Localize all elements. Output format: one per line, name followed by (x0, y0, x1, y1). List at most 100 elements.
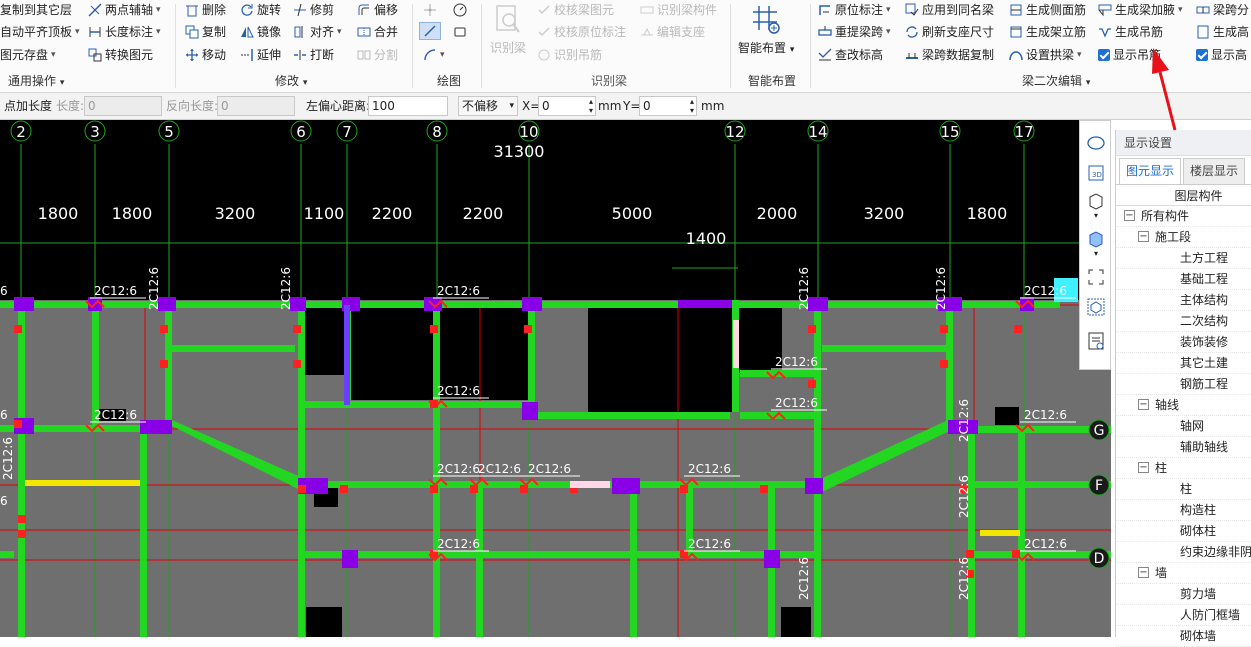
line-tool-button[interactable] (419, 22, 441, 40)
tree-item[interactable]: 辅助轴线 (1116, 437, 1251, 458)
rotate-button[interactable]: 旋转 (240, 1, 281, 19)
edit-support-button[interactable]: 编辑支座 (640, 23, 705, 41)
gen-haunch-button[interactable]: 生成梁加腋 ▾ (1098, 1, 1183, 19)
tab-floor-display[interactable]: 楼层显示 (1183, 158, 1246, 184)
check-original-marks-button[interactable]: 校核原位标注 (537, 23, 626, 41)
mirror-button[interactable]: 镜像 (240, 23, 281, 41)
chevron-down-icon[interactable]: ▾ (1086, 249, 1106, 259)
apply-same-name-button[interactable]: 应用到同名梁 (905, 1, 994, 19)
copy-span-data-button[interactable]: 梁跨数据复制 (905, 46, 994, 64)
tree-item[interactable]: 剪力墙 (1116, 584, 1251, 605)
convert-element-button[interactable]: 转换图元 (88, 46, 153, 64)
label: 分割 (374, 48, 399, 62)
tree-item[interactable]: − 所有构件 (1116, 206, 1251, 227)
tab-element-display[interactable]: 图元显示 (1119, 158, 1182, 184)
span-split-button[interactable]: 梁跨分 (1196, 1, 1249, 19)
length-input[interactable]: 0 (84, 96, 162, 116)
check-elevation-button[interactable]: 查改标高 (818, 46, 883, 64)
tree-item[interactable]: 砌体柱 (1116, 521, 1251, 542)
view-ellipse-icon[interactable] (1086, 133, 1106, 153)
gen-hanger-button[interactable]: 生成吊筋 (1098, 23, 1163, 41)
x-input[interactable]: 0 ▴ ▾ (538, 96, 596, 116)
offset-button[interactable]: 偏移 (357, 1, 398, 19)
check-beam-elements-button[interactable]: 校核梁图元 (537, 1, 614, 19)
tree-item[interactable]: 装饰装修 (1116, 332, 1251, 353)
refresh-support-size-button[interactable]: 刷新支座尺寸 (905, 23, 994, 41)
tree-item[interactable]: 其它土建 (1116, 353, 1251, 374)
merge-button[interactable]: 合并 (357, 23, 398, 41)
tree-item[interactable]: − 轴线 (1116, 395, 1251, 416)
dimension-text: 3200 (864, 204, 905, 223)
delete-button[interactable]: 删除 (185, 1, 226, 19)
select-element-icon[interactable] (1086, 297, 1106, 317)
collapse-toggle-icon[interactable]: − (1138, 231, 1149, 242)
tree-item[interactable]: − 柱 (1116, 458, 1251, 479)
y-label: Y= (623, 99, 641, 113)
tree-item[interactable]: 基础工程 (1116, 269, 1251, 290)
auto-flat-slab-button[interactable]: 自动平齐顶板 ▾ (0, 23, 80, 41)
mm-unit: mm (701, 99, 725, 113)
gen-side-bars-button[interactable]: 生成侧面筋 (1009, 1, 1086, 19)
tree-item[interactable]: 人防门框墙 (1116, 605, 1251, 626)
properties-icon[interactable] (1086, 331, 1106, 351)
tree-item[interactable]: 钢筋工程 (1116, 374, 1251, 395)
length-mark-button[interactable]: 长度标注 ▾ (88, 23, 161, 41)
collapse-toggle-icon[interactable]: − (1124, 210, 1135, 221)
3d-view-icon[interactable]: 3D (1086, 163, 1106, 183)
collapse-toggle-icon[interactable]: − (1138, 567, 1149, 578)
copy-button[interactable]: 复制 (185, 23, 226, 41)
tree-item[interactable]: 柱 (1116, 479, 1251, 500)
smart-layout-button[interactable]: 智能布置 ▾ (738, 2, 794, 56)
move-button[interactable]: 移动 (185, 46, 226, 64)
rotate-point-button[interactable] (453, 1, 467, 19)
break-button[interactable]: 打断 (293, 46, 334, 64)
identify-beam-button[interactable]: 识别梁 (490, 2, 526, 56)
element-save-button[interactable]: 图元存盘 ▾ (0, 46, 56, 64)
left-offset-input[interactable]: 100 (368, 96, 448, 116)
tree-item[interactable]: − 墙 (1116, 563, 1251, 584)
relift-span-button[interactable]: 重提梁跨 ▾ (818, 23, 891, 41)
show-high-checkbox[interactable]: 显示高 (1196, 46, 1247, 64)
tree-item[interactable]: 主体结构 (1116, 290, 1251, 311)
collapse-toggle-icon[interactable]: − (1138, 462, 1149, 473)
gen-stirrup-bars-button[interactable]: 生成架立筋 (1009, 23, 1086, 41)
split-button[interactable]: 分割 (357, 46, 398, 64)
value: 0 (643, 99, 651, 113)
identify-beam-members-button[interactable]: 识别梁构件 (640, 1, 717, 19)
identify-hanging-bars-button[interactable]: 识别吊筋 (537, 46, 602, 64)
tree-item[interactable]: 二次结构 (1116, 311, 1251, 332)
y-input[interactable]: 0 ▴ ▾ (639, 96, 697, 116)
drawing-canvas[interactable]: 2 3 5 6 7 8 10 12 14 15 17 1800 1800 3200 1100 2200 2200… (0, 120, 1111, 637)
beam-label: 2C12:6 (1024, 408, 1067, 422)
align-button[interactable]: 对齐 ▾ (293, 23, 342, 41)
axis-number: 6 (296, 123, 306, 141)
label: 长度标注 (105, 25, 154, 39)
fullscreen-icon[interactable] (1086, 267, 1106, 287)
set-arch-beam-button[interactable]: 设置拱梁 ▾ (1009, 46, 1082, 64)
cube-icon[interactable] (1086, 191, 1106, 211)
extend-button[interactable]: 延伸 (240, 46, 281, 64)
collapse-toggle-icon[interactable]: − (1138, 399, 1149, 410)
point-tool-button[interactable] (423, 1, 437, 19)
arc-tool-button[interactable]: ▾ (423, 46, 445, 64)
in-place-mark-button[interactable]: 原位标注 ▾ (818, 1, 891, 19)
rectangle-tool-button[interactable] (453, 23, 467, 41)
cad-drawing[interactable]: 2 3 5 6 7 8 10 12 14 15 17 1800 1800 3200 1100 2200 2200… (0, 120, 1111, 637)
offset-mode-select[interactable]: 不偏移 ▾ (458, 96, 518, 116)
chevron-down-icon[interactable]: ▾ (1086, 211, 1106, 221)
tree-item[interactable]: 轴网 (1116, 416, 1251, 437)
tree-item[interactable]: 土方工程 (1116, 248, 1251, 269)
tree-item[interactable]: − 施工段 (1116, 227, 1251, 248)
trim-button[interactable]: 修剪 (293, 1, 334, 19)
smart-footer: 智能布置 (748, 74, 797, 88)
solid-cube-icon[interactable] (1086, 229, 1106, 249)
tree-item[interactable]: 构造柱 (1116, 500, 1251, 521)
tree-item[interactable]: 约束边缘非阴... (1116, 542, 1251, 563)
copy-to-other-layer-button[interactable]: 复制到其它层 (0, 1, 72, 19)
beam-label: 2C12:6 (437, 462, 480, 476)
show-hanger-checkbox[interactable]: 显示吊筋 (1098, 46, 1161, 64)
move-icon (185, 48, 199, 62)
gen-high-button[interactable]: 生成高 (1196, 23, 1249, 41)
reverse-length-input[interactable]: 0 (217, 96, 295, 116)
two-point-axis-button[interactable]: 两点辅轴 ▾ (88, 1, 161, 19)
